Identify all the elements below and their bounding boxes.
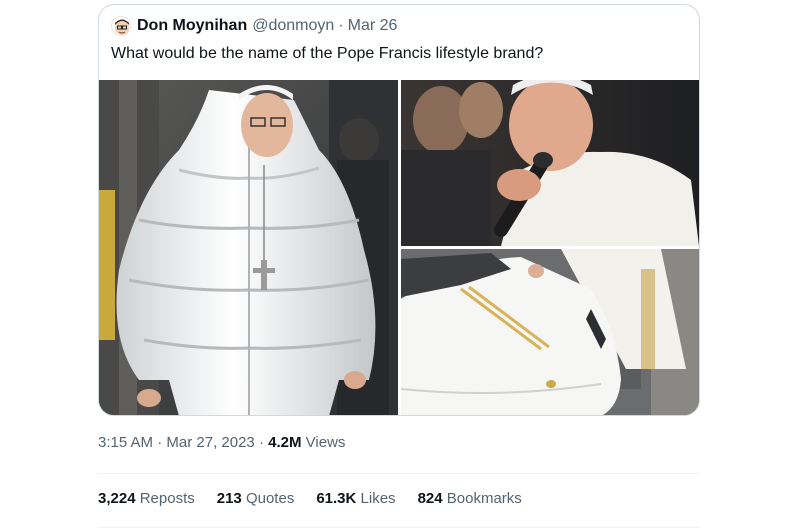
quoted-tweet-text: What would be the name of the Pope Franc…	[111, 45, 544, 62]
display-name[interactable]: Don Moynihan	[137, 17, 247, 35]
bookmarks-label: Bookmarks	[446, 490, 522, 507]
media-grid	[99, 80, 699, 415]
quoted-tweet-header: Don Moynihan @donmoyn · Mar 26	[111, 16, 397, 36]
bookmarks-stat[interactable]: 824 Bookmarks	[418, 490, 522, 507]
user-handle[interactable]: @donmoyn	[252, 17, 334, 35]
likes-stat[interactable]: 61.3K Likes	[316, 490, 395, 507]
quotes-stat[interactable]: 213 Quotes	[217, 490, 295, 507]
avatar[interactable]	[111, 16, 131, 36]
quotes-count: 213	[216, 490, 242, 507]
views-label: Views	[305, 434, 346, 451]
divider	[98, 473, 700, 474]
engagement-stats: 3,224 Reposts 213 Quotes 61.3K Likes 824…	[98, 490, 544, 507]
post-time[interactable]: 3:15 AM	[98, 434, 153, 451]
separator-dot: ·	[338, 17, 344, 34]
bookmarks-count: 824	[417, 490, 443, 507]
tweet-meta: 3:15 AM · Mar 27, 2023 · 4.2M Views	[98, 434, 345, 451]
separator-dot: ·	[157, 434, 163, 451]
post-full-date[interactable]: Mar 27, 2023	[166, 434, 254, 451]
likes-count: 61.3K	[316, 490, 357, 507]
pope-white-sports-car-image[interactable]	[401, 249, 699, 415]
pope-microphone-image[interactable]	[401, 80, 699, 246]
quotes-label: Quotes	[245, 490, 295, 507]
divider	[98, 527, 700, 528]
post-date[interactable]: Mar 26	[348, 17, 398, 35]
reposts-label: Reposts	[139, 490, 195, 507]
reposts-stat[interactable]: 3,224 Reposts	[98, 490, 195, 507]
views-count: 4.2M	[268, 434, 302, 451]
pope-white-puffer-coat-image[interactable]	[99, 80, 398, 415]
quoted-tweet-card[interactable]: Don Moynihan @donmoyn · Mar 26 What woul…	[98, 4, 700, 416]
reposts-count: 3,224	[98, 490, 136, 507]
likes-label: Likes	[360, 490, 396, 507]
separator-dot: ·	[258, 434, 264, 451]
